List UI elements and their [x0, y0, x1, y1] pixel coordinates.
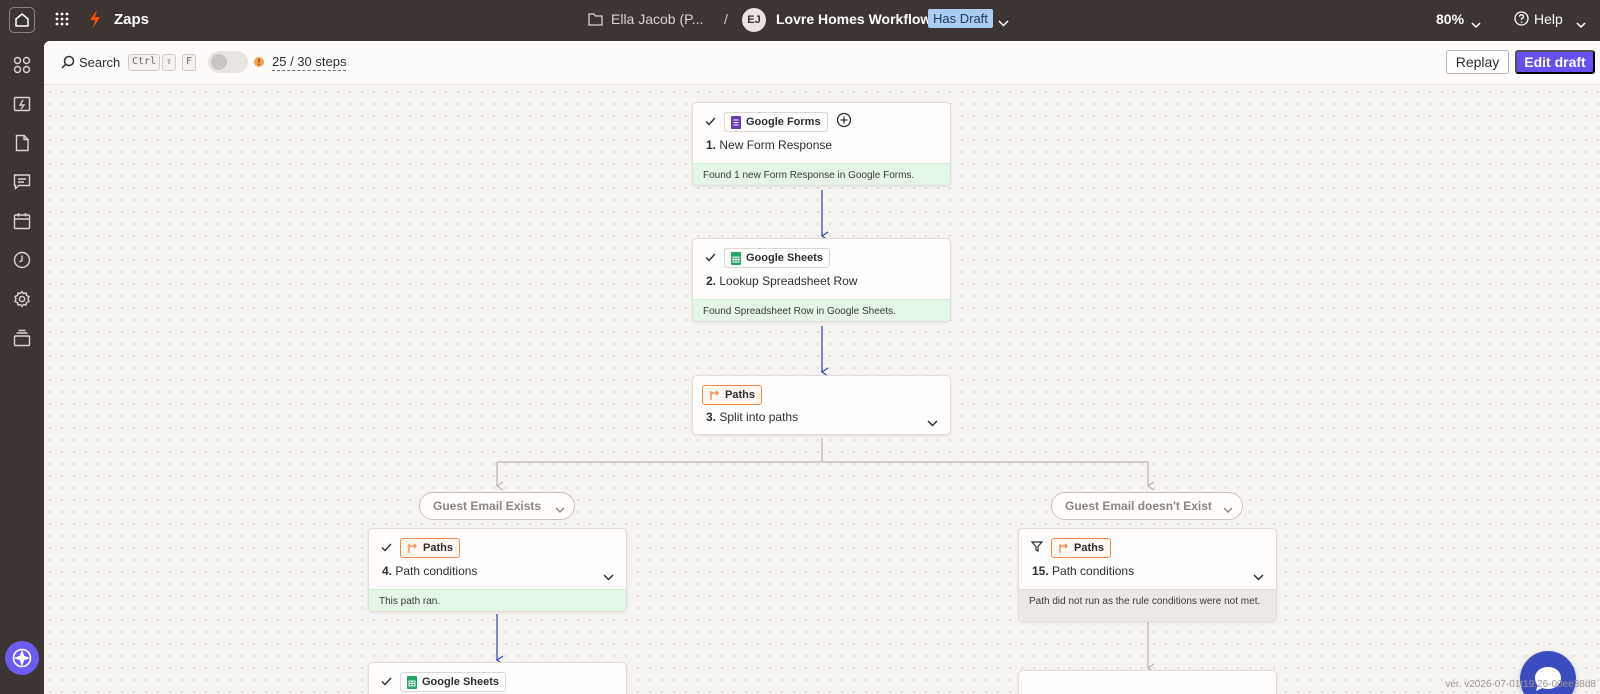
sidebar	[0, 41, 44, 694]
draft-badge: Has Draft	[928, 9, 993, 28]
paths-icon	[408, 543, 417, 553]
check-icon	[381, 539, 392, 557]
zap-history-icon[interactable]	[11, 93, 33, 115]
search-icon[interactable]	[61, 55, 75, 74]
help-icon[interactable]	[1514, 11, 1529, 31]
step-title: 3. Split into paths	[706, 410, 799, 424]
paths-icon	[710, 390, 719, 400]
app-badge: Google Sheets	[724, 248, 831, 268]
check-icon	[705, 249, 716, 267]
filter-icon	[1030, 539, 1044, 557]
app-badge: Paths	[400, 538, 460, 558]
assistant-icon[interactable]	[5, 641, 39, 675]
add-step-icon[interactable]	[836, 112, 852, 133]
chevron-down-icon[interactable]	[555, 502, 565, 516]
step-title: 4. Path conditions	[382, 564, 478, 578]
step-title: 15. Path conditions	[1032, 564, 1135, 578]
step-title: 1. New Form Response	[706, 138, 833, 152]
apps-icon[interactable]	[11, 54, 33, 76]
shortcut-key-ctrl: Ctrl	[128, 54, 161, 71]
chevron-down-icon[interactable]	[1471, 15, 1481, 33]
google-forms-icon	[731, 115, 741, 129]
app-badge-label: Paths	[725, 389, 755, 401]
chevron-down-icon[interactable]	[998, 14, 1009, 32]
chevron-down-icon[interactable]	[1253, 568, 1264, 586]
app-grid-icon[interactable]	[55, 12, 69, 31]
calendar-icon[interactable]	[11, 210, 33, 232]
check-icon	[705, 113, 716, 131]
settings-icon[interactable]	[11, 288, 33, 310]
step-card-5[interactable]: Google Sheets	[368, 662, 627, 694]
chevron-down-icon[interactable]	[1223, 502, 1233, 516]
app-badge-label: Google Sheets	[422, 676, 500, 688]
paths-icon	[1059, 543, 1068, 553]
top-bar: Zaps Ella Jacob (P... / EJ Lovre Homes W…	[0, 0, 1600, 41]
zoom-level[interactable]: 80%	[1436, 11, 1464, 27]
app-badge-label: Google Sheets	[746, 252, 824, 264]
step-status: Found 1 new Form Response in Google Form…	[693, 163, 950, 185]
zap-toggle[interactable]	[208, 51, 248, 73]
chevron-down-icon[interactable]	[1576, 15, 1586, 33]
step-card-3[interactable]: Paths 3. Split into paths	[692, 375, 951, 435]
app-badge-label: Paths	[1074, 542, 1104, 554]
search-button[interactable]: Search	[79, 55, 120, 70]
app-badge: Google Forms	[724, 112, 828, 132]
zap-bolt-icon	[88, 9, 102, 34]
app-name[interactable]: Zaps	[114, 11, 149, 28]
breadcrumb-folder[interactable]: Ella Jacob (P...	[611, 11, 703, 27]
app-badge-label: Google Forms	[746, 116, 821, 128]
check-icon	[381, 673, 392, 691]
clock-icon[interactable]	[11, 249, 33, 271]
step-title: 2. Lookup Spreadsheet Row	[706, 274, 858, 288]
version-label: ver. v2026-07-01t19:26-00ee38d8	[1445, 679, 1596, 690]
editor-toolbar: Search Ctrl ⇧ F ! 25 / 30 steps Replay E…	[44, 41, 1600, 85]
document-icon[interactable]	[11, 132, 33, 154]
chat-icon[interactable]	[11, 171, 33, 193]
archive-icon[interactable]	[11, 327, 33, 349]
chevron-down-icon[interactable]	[603, 568, 614, 586]
path-label-right[interactable]: Guest Email doesn't Exist	[1051, 492, 1243, 520]
step-status: Found Spreadsheet Row in Google Sheets.	[693, 299, 950, 321]
step-card-4[interactable]: Paths 4. Path conditions This path ran.	[368, 528, 627, 612]
replay-button[interactable]: Replay	[1446, 50, 1509, 74]
breadcrumb-separator: /	[724, 11, 728, 27]
steps-count[interactable]: 25 / 30 steps	[272, 54, 347, 71]
step-status: This path ran.	[369, 589, 626, 611]
zap-title[interactable]: Lovre Homes Workflow	[776, 11, 931, 27]
google-sheets-icon	[731, 251, 741, 265]
app-badge: Google Sheets	[400, 672, 507, 692]
workflow-canvas[interactable]: Google Forms 1. New Form Response Found …	[44, 86, 1600, 694]
app-badge: Paths	[702, 385, 762, 405]
home-icon[interactable]	[9, 7, 35, 33]
app-badge-label: Paths	[423, 542, 453, 554]
path-label-left[interactable]: Guest Email Exists	[419, 492, 575, 520]
step-card-15[interactable]: Paths 15. Path conditions Path did not r…	[1018, 528, 1277, 622]
step-card-1[interactable]: Google Forms 1. New Form Response Found …	[692, 102, 951, 186]
shortcut-key-f: F	[182, 54, 197, 71]
app-badge: Paths	[1051, 538, 1111, 558]
step-card-2[interactable]: Google Sheets 2. Lookup Spreadsheet Row …	[692, 238, 951, 322]
editor-panel: Search Ctrl ⇧ F ! 25 / 30 steps Replay E…	[44, 41, 1600, 694]
chevron-down-icon[interactable]	[927, 414, 938, 432]
shortcut-key-shift: ⇧	[162, 54, 177, 71]
avatar: EJ	[742, 8, 766, 32]
edit-draft-button[interactable]: Edit draft	[1515, 50, 1595, 74]
help-menu[interactable]: Help	[1534, 11, 1563, 27]
folder-icon	[588, 12, 603, 31]
step-card-16[interactable]	[1018, 670, 1277, 694]
step-status: Path did not run as the rule conditions …	[1019, 589, 1276, 621]
google-sheets-icon	[407, 675, 417, 689]
warning-icon: !	[254, 57, 264, 67]
